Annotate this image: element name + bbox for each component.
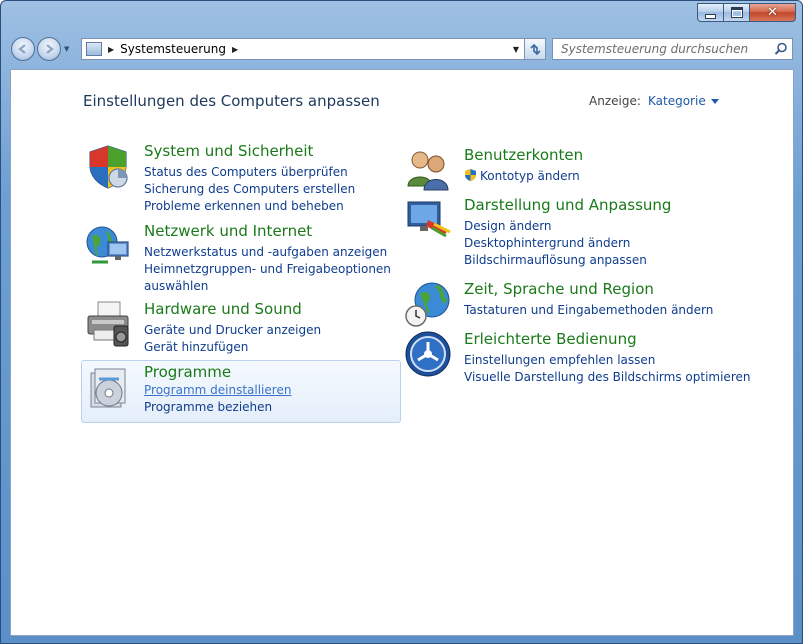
link-homegroup-sharing[interactable]: Heimnetzgruppen- und Freigabeoptionen [144,261,391,278]
refresh-icon [529,43,541,55]
dropdown-caret-icon[interactable] [710,98,719,104]
category-title[interactable]: Hardware und Sound [144,300,302,318]
category-links: Geräte und Drucker anzeigen Gerät hinzuf… [144,322,321,356]
breadcrumb-separator-icon[interactable]: ▶ [108,45,114,54]
forward-button[interactable] [37,37,61,61]
display-paint-icon [407,201,451,238]
recent-pages-dropdown[interactable]: ▼ [64,45,72,53]
link-change-account-type-label[interactable]: Kontotyp ändern [480,169,580,183]
view-by-value[interactable]: Kategorie [648,94,706,108]
breadcrumb-control-panel[interactable]: Systemsteuerung [120,42,226,56]
category-title[interactable]: Zeit, Sprache und Region [464,280,654,298]
link-check-computer-status[interactable]: Status des Computers überprüfen [144,164,355,181]
category-title[interactable]: System und Sicherheit [144,142,313,160]
view-by-label: Anzeige: [589,94,641,108]
breadcrumb-chevron-icon[interactable]: ▶ [232,45,238,54]
category-title[interactable]: Darstellung und Anpassung [464,196,671,214]
category-programs[interactable]: Programme Programm deinstallieren Progra… [81,360,401,423]
category-links: Design ändern Desktophintergrund ändern … [464,218,647,269]
link-keyboards-input-methods[interactable]: Tastaturen und Eingabemethoden ändern [464,302,713,319]
category-links: Einstellungen empfehlen lassen Visuelle … [464,352,750,386]
address-dropdown-icon[interactable]: ▼ [509,41,523,57]
category-title[interactable]: Benutzerkonten [464,146,583,164]
search-input[interactable] [559,41,773,57]
category-clock-language-region: Zeit, Sprache und Region Tastaturen und … [404,280,713,327]
category-links: Status des Computers überprüfen Sicherun… [144,164,355,215]
accessibility-icon [405,331,451,377]
network-globe-icon [86,226,129,264]
globe-clock-icon [405,282,450,327]
uac-shield-icon [465,169,476,181]
link-optimize-visual-display[interactable]: Visuelle Darstellung des Bildschirms opt… [464,369,750,386]
link-devices-printers[interactable]: Geräte und Drucker anzeigen [144,322,321,339]
link-change-account-type[interactable]: Kontotyp ändern [464,168,580,185]
shield-icon [89,145,128,189]
back-button[interactable] [11,37,35,61]
caption-buttons: ✕ [697,3,796,22]
link-adjust-resolution[interactable]: Bildschirmauflösung anpassen [464,252,647,269]
title-bar: ✕ [1,1,802,31]
category-user-accounts: Benutzerkonten Kontotyp ändern [404,146,704,192]
nav-buttons: ▼ [11,37,72,61]
category-links: Netzwerkstatus und -aufgaben anzeigen He… [144,244,391,295]
users-icon [407,151,449,191]
category-links: Kontotyp ändern [464,168,580,185]
category-title[interactable]: Programme [144,363,231,381]
category-system-security: System und Sicherheit Status des Compute… [84,142,384,215]
category-links: Tastaturen und Eingabemethoden ändern [464,302,713,319]
link-add-device[interactable]: Gerät hinzufügen [144,339,321,356]
link-homegroup-sharing-continued[interactable]: auswählen [144,278,391,295]
view-by-dropdown[interactable]: Kategorie [648,94,719,108]
category-appearance-personalization: Darstellung und Anpassung Design ändern … [404,196,724,269]
search-box[interactable] [552,38,793,60]
address-bar[interactable]: ▶ Systemsteuerung ▶ ▼ [81,38,546,60]
category-title[interactable]: Erleichterte Bedienung [464,330,637,348]
minimize-icon [705,13,716,19]
refresh-button[interactable] [524,38,546,60]
maximize-button[interactable] [724,3,750,22]
link-change-theme[interactable]: Design ändern [464,218,647,235]
category-network-internet: Netzwerk und Internet Netzwerkstatus und… [84,222,394,295]
maximize-icon [730,7,743,18]
programs-disc-icon [90,368,126,408]
printer-icon [87,301,129,347]
navigation-bar: ▼ ▶ Systemsteuerung ▶ ▼ [1,33,802,67]
link-backup-computer[interactable]: Sicherung des Computers erstellen [144,181,355,198]
category-title[interactable]: Netzwerk und Internet [144,222,312,240]
page-title: Einstellungen des Computers anpassen [83,92,380,110]
link-get-programs[interactable]: Programme beziehen [144,399,291,416]
category-ease-of-access: Erleichterte Bedienung Einstellungen emp… [404,330,750,386]
link-network-status[interactable]: Netzwerkstatus und -aufgaben anzeigen [144,244,391,261]
control-panel-window: ✕ ▼ ▶ Systemsteuerung ▶ ▼ Systemsteuerun… [0,0,803,644]
link-change-desktop-background[interactable]: Desktophintergrund ändern [464,235,647,252]
minimize-button[interactable] [697,3,724,22]
search-icon[interactable] [774,42,788,56]
control-panel-icon [86,42,102,56]
link-troubleshoot[interactable]: Probleme erkennen und beheben [144,198,355,215]
arrow-left-icon [18,44,26,54]
close-button[interactable]: ✕ [750,3,796,22]
arrow-right-icon [46,44,54,54]
link-recommend-settings[interactable]: Einstellungen empfehlen lassen [464,352,750,369]
close-icon: ✕ [767,5,778,20]
category-hardware-sound: Hardware und Sound Geräte und Drucker an… [84,300,384,356]
link-uninstall-program[interactable]: Programm deinstallieren [144,382,291,399]
content-area: Einstellungen des Computers anpassen Anz… [10,69,794,636]
category-links: Programm deinstallieren Programme bezieh… [144,382,291,416]
